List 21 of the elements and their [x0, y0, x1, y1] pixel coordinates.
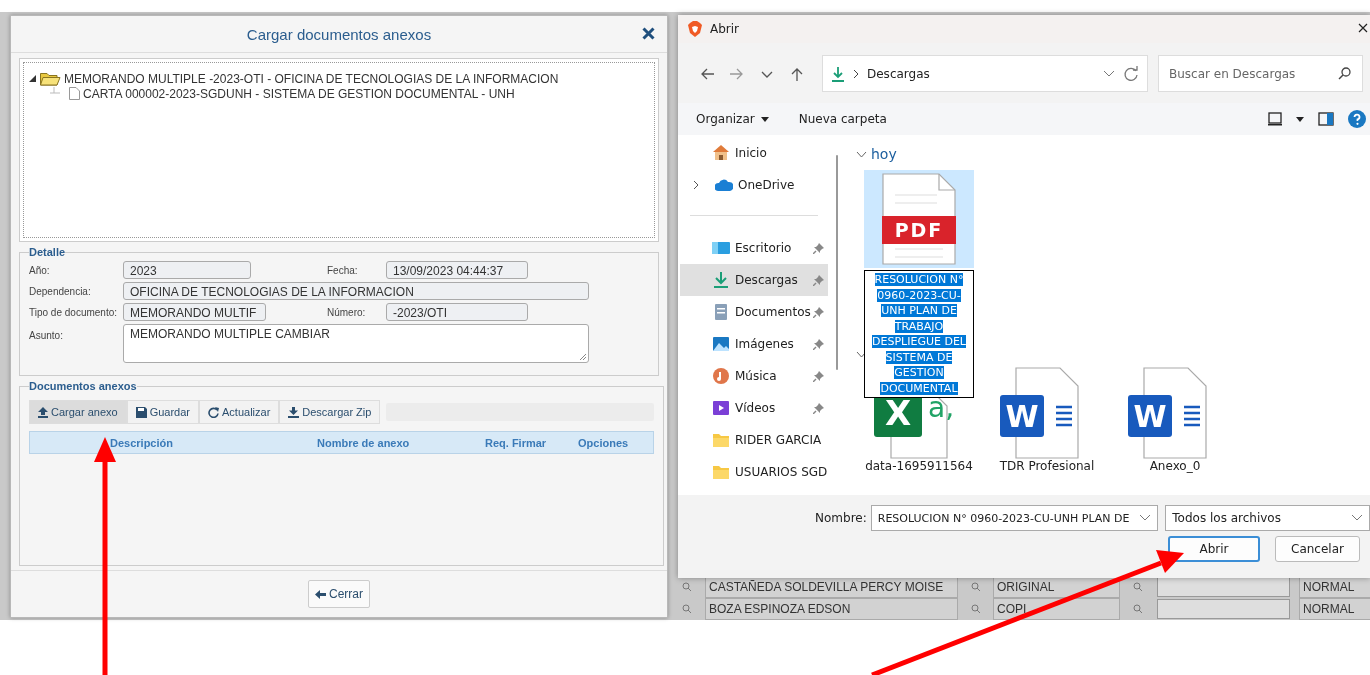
section-title: Documentos anexos [29, 380, 137, 392]
window-title: Abrir [710, 22, 740, 36]
field-label: Número: [327, 306, 367, 318]
dialog-title: Cargar documentos anexos [246, 25, 432, 43]
file-type-label: W [1000, 395, 1044, 437]
table-cell: NORMAL [1299, 598, 1370, 620]
file-type-label: PDF [882, 216, 956, 244]
file-name: data-1695911564 [865, 459, 973, 473]
field-label: Dependencia: [29, 285, 92, 297]
table-cell: BOZA ESPINOZA EDSON [705, 598, 958, 620]
file-type-label: W [1128, 395, 1172, 437]
field-label: Tipo de documento: [29, 306, 119, 318]
field-label: Nombre: [815, 511, 867, 525]
field-label: Año: [29, 264, 51, 276]
file-name: Anexo_0 [1149, 459, 1201, 473]
file-name: TDR Profesional [999, 459, 1095, 473]
table-cell: CASTAÑEDA SOLDEVILLA PERCY MOISE [705, 576, 958, 598]
table-cell: NORMAL [1299, 576, 1370, 598]
section-title: Detalle [29, 246, 66, 258]
field-label: Fecha: [327, 264, 359, 276]
field-label: Asunto: [29, 329, 64, 341]
